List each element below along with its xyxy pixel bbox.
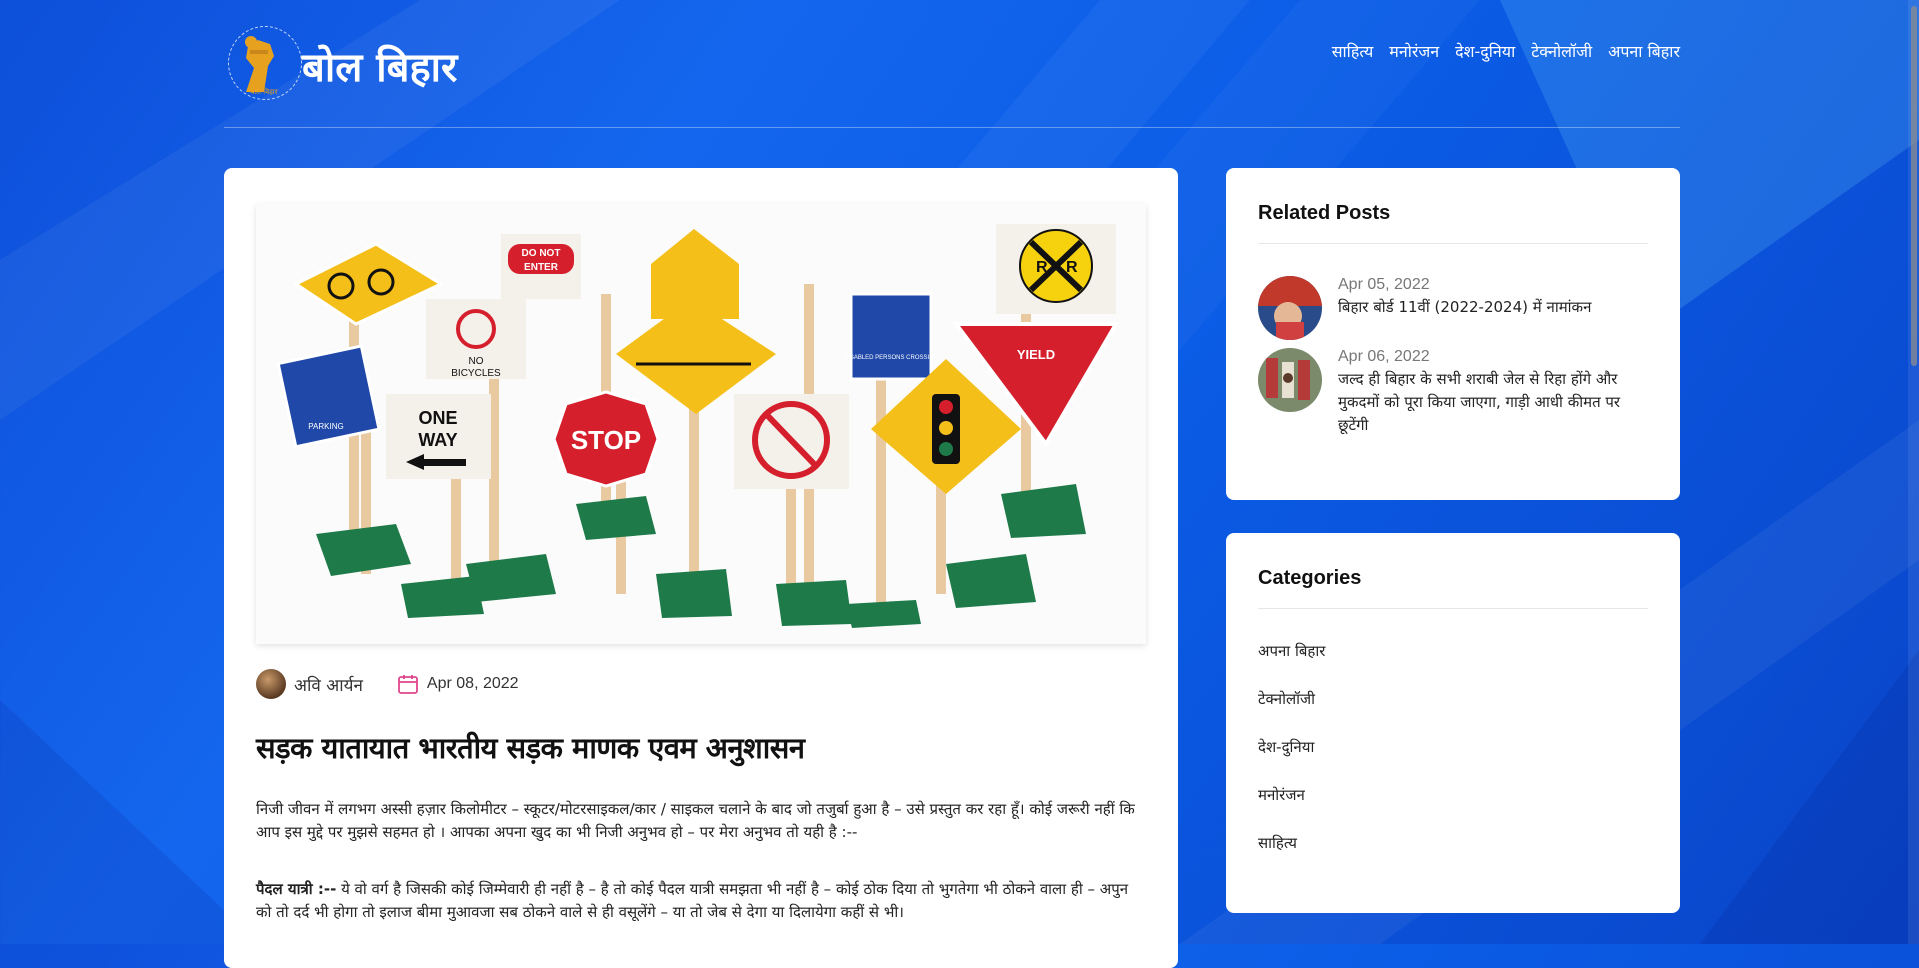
post-date: Apr 08, 2022 [426, 675, 519, 692]
categories-list: अपना बिहार टेक्नोलॉजी देश-दुनिया मनोरंजन… [1258, 641, 1325, 881]
sign-text-disabled: DISABLED PERSONS CROSSING [844, 355, 939, 361]
related-post-item[interactable]: Apr 06, 2022 जल्द ही बिहार के सभी शराबी … [1258, 348, 1648, 437]
main-nav: साहित्य मनोरंजन देश-दुनिया टेक्नोलॉजी अप… [1332, 40, 1680, 62]
nav-item-technology[interactable]: टेक्नोलॉजी [1531, 40, 1592, 62]
related-post-title[interactable]: बिहार बोर्ड 11वीं (2022-2024) में नामांक… [1338, 296, 1591, 319]
post-paragraph-2: पैदल यात्री :-- ये वो वर्ग है जिसकी कोई … [256, 878, 1136, 924]
site-header: बोल बिहार बोल बिहार साहित्य मनोरंजन देश-… [224, 20, 1680, 128]
sign-text-do-not: DO NOT [522, 248, 561, 259]
category-technology[interactable]: टेक्नोलॉजी [1258, 689, 1325, 737]
categories-divider [1258, 608, 1648, 609]
author-name[interactable]: अवि आर्यन [294, 673, 363, 696]
sign-text-rxr-r1: R [1036, 259, 1048, 276]
sign-text-no: NO [469, 356, 484, 367]
calendar-icon [398, 675, 418, 694]
post-paragraph-1: निजी जीवन में लगभग अस्सी हज़ार किलोमीटर … [256, 800, 1135, 841]
nav-item-sahitya[interactable]: साहित्य [1332, 40, 1374, 62]
sign-text-enter: ENTER [524, 262, 559, 273]
related-post-thumbnail[interactable] [1258, 276, 1322, 340]
sign-text-yield: YIELD [1017, 347, 1055, 362]
featured-image: DO NOT ENTER R R NO BICYCLES DISABLED PE… [256, 204, 1146, 644]
sign-text-parking: PARKING [308, 422, 343, 431]
sign-text-stop: STOP [571, 425, 641, 455]
article-card: DO NOT ENTER R R NO BICYCLES DISABLED PE… [224, 168, 1178, 968]
related-divider [1258, 243, 1648, 244]
scrollbar-thumb[interactable] [1911, 6, 1917, 366]
logo-caption: बोल बिहार [251, 87, 278, 96]
category-manoranjan[interactable]: मनोरंजन [1258, 785, 1325, 833]
related-post-title[interactable]: जल्द ही बिहार के सभी शराबी जेल से रिहा ह… [1338, 368, 1648, 437]
author-avatar [256, 669, 286, 699]
page-scrollbar[interactable] [1908, 0, 1919, 944]
category-apna-bihar[interactable]: अपना बिहार [1258, 641, 1325, 689]
sign-text-rxr-r2: R [1066, 259, 1078, 276]
related-posts-widget: Related Posts Apr 05, 2022 बिहार बोर्ड 1… [1226, 168, 1680, 500]
nav-item-apna-bihar[interactable]: अपना बिहार [1608, 40, 1680, 62]
post-title: सड़क यातायात भारतीय सड़क माणक एवम अनुशास… [256, 731, 805, 765]
sign-text-bicycles: BICYCLES [451, 368, 501, 379]
related-posts-title: Related Posts [1258, 202, 1391, 224]
related-post-date: Apr 06, 2022 [1338, 348, 1430, 365]
category-desh-duniya[interactable]: देश-दुनिया [1258, 737, 1325, 785]
related-post-item[interactable]: Apr 05, 2022 बिहार बोर्ड 11वीं (2022-202… [1258, 276, 1648, 340]
nav-item-manoranjan[interactable]: मनोरंजन [1389, 40, 1439, 62]
sign-text-way: WAY [418, 430, 457, 450]
sign-text-one: ONE [418, 408, 457, 428]
site-logo[interactable]: बोल बिहार [224, 22, 302, 102]
header-divider [224, 127, 1680, 128]
site-brand[interactable]: बोल बिहार [302, 38, 457, 93]
related-post-date: Apr 05, 2022 [1338, 276, 1430, 293]
category-sahitya[interactable]: साहित्य [1258, 833, 1325, 881]
nav-item-desh-duniya[interactable]: देश-दुनिया [1455, 40, 1515, 62]
fist-mic-icon: बोल बिहार [245, 36, 278, 96]
traffic-signs-illustration: DO NOT ENTER R R NO BICYCLES DISABLED PE… [256, 204, 1146, 644]
post-meta: अवि आर्यन Apr 08, 2022 [256, 668, 519, 700]
related-post-thumbnail[interactable] [1258, 348, 1322, 412]
categories-widget: Categories अपना बिहार टेक्नोलॉजी देश-दुन… [1226, 533, 1680, 913]
pedestrian-text: ये वो वर्ग है जिसकी कोई जिम्मेवारी ही नह… [256, 880, 1129, 921]
categories-title: Categories [1258, 567, 1362, 589]
pedestrian-heading: पैदल यात्री :-- [256, 880, 337, 898]
